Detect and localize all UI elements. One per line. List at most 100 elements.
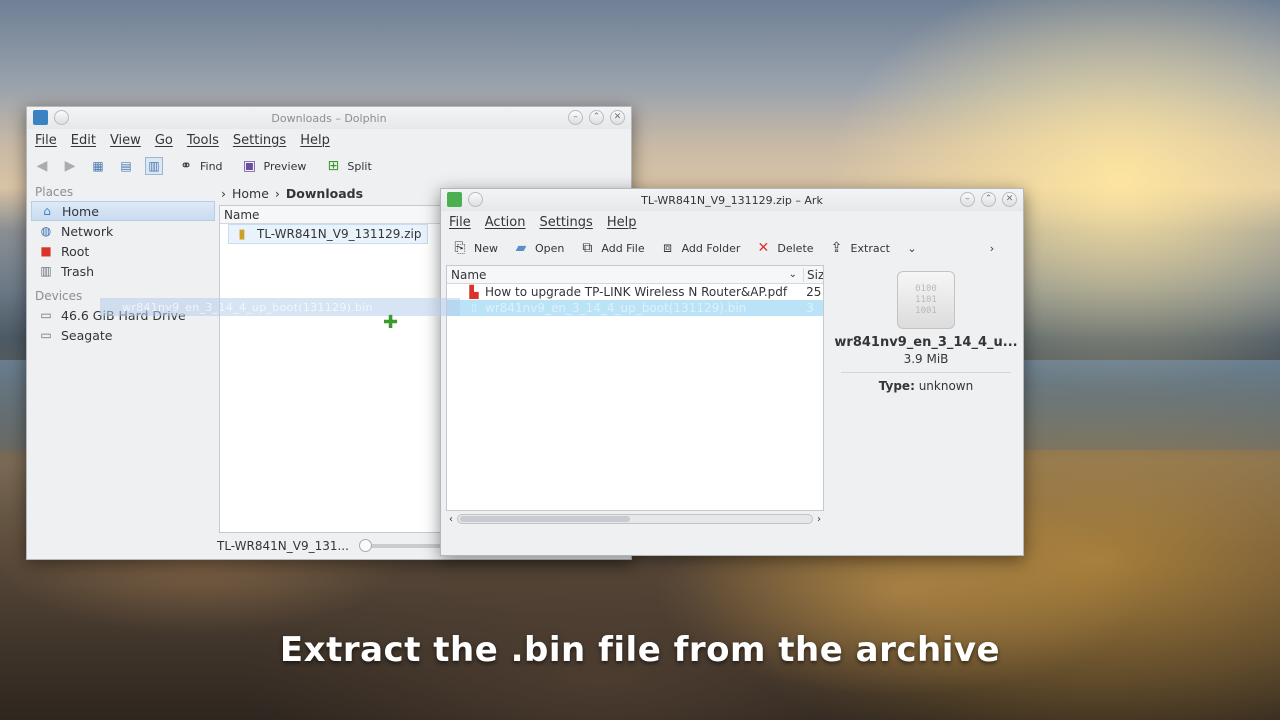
pin-icon[interactable] xyxy=(54,110,69,125)
breadcrumb-downloads[interactable]: Downloads xyxy=(286,186,363,201)
scroll-left-icon[interactable]: ‹ xyxy=(449,514,453,525)
ark-toolbar: ⎘ New ▰ Open ⧉ Add File ⧈ Add Folder ✕ D… xyxy=(441,233,1023,263)
place-home[interactable]: ⌂ Home xyxy=(31,201,215,221)
ark-titlebar[interactable]: TL-WR841N_V9_131129.zip – Ark – ⌃ ✕ xyxy=(441,189,1023,211)
dolphin-statusbar: TL-WR841N_V9_131... xyxy=(217,537,441,555)
menu-help[interactable]: Help xyxy=(300,133,330,148)
root-icon: ■ xyxy=(40,244,52,258)
preview-button[interactable]: ▣ Preview xyxy=(237,154,311,178)
menu-file[interactable]: File xyxy=(35,133,57,148)
extract-icon: ⇪ xyxy=(830,240,843,256)
zip-archive-icon: ▮ xyxy=(238,226,246,242)
zoom-slider[interactable] xyxy=(358,539,441,552)
toolbar-overflow-icon[interactable]: › xyxy=(983,239,1001,257)
delete-button[interactable]: ✕ Delete xyxy=(750,236,817,260)
places-header: Places xyxy=(35,185,74,199)
file-row-zip[interactable]: ▮ TL-WR841N_V9_131129.zip xyxy=(228,224,428,244)
menu-view[interactable]: View xyxy=(110,133,141,148)
drag-ghost-item: wr841nv9_en_3_14_4_up_boot(131129).bin xyxy=(100,298,460,316)
scrollbar-track[interactable] xyxy=(457,514,813,524)
find-button[interactable]: ⚭ Find xyxy=(173,154,227,178)
dolphin-app-icon[interactable] xyxy=(33,110,48,125)
menu-go[interactable]: Go xyxy=(155,133,173,148)
split-icon: ⊞ xyxy=(327,158,340,174)
file-info-panel: 0100 1101 1001 wr841nv9_en_3_14_4_u... 3… xyxy=(831,265,1021,525)
window-title: TL-WR841N_V9_131129.zip – Ark xyxy=(641,193,823,207)
ark-window[interactable]: TL-WR841N_V9_131129.zip – Ark – ⌃ ✕ File… xyxy=(440,188,1024,556)
info-file-type: Type: unknown xyxy=(878,379,974,393)
menu-help[interactable]: Help xyxy=(607,215,637,230)
info-file-name: wr841nv9_en_3_14_4_u... xyxy=(834,335,1018,350)
compact-view-icon[interactable]: ▤ xyxy=(117,157,135,175)
usb-drive-icon: ▭ xyxy=(40,328,52,342)
extract-button[interactable]: ⇪ Extract ⌄ xyxy=(824,236,925,260)
trash-icon: ▥ xyxy=(40,264,52,278)
status-text: TL-WR841N_V9_131... xyxy=(217,539,349,553)
menu-edit[interactable]: Edit xyxy=(71,133,96,148)
archive-row-pdf[interactable]: ▙ How to upgrade TP-LINK Wireless N Rout… xyxy=(447,284,823,300)
drag-copy-cursor-icon: ✚ xyxy=(383,312,399,333)
places-panel: Places ⌂ Home ◍ Network ■ Root ▥ Trash D… xyxy=(31,183,215,543)
menu-action[interactable]: Action xyxy=(485,215,526,230)
scroll-right-icon[interactable]: › xyxy=(817,514,821,525)
info-file-size: 3.9 MiB xyxy=(903,352,949,366)
dolphin-menubar: File Edit View Go Tools Settings Help xyxy=(27,129,631,151)
back-arrow-icon[interactable]: ◀ xyxy=(33,157,51,175)
window-title: Downloads – Dolphin xyxy=(271,111,387,125)
column-header-size[interactable]: Siz xyxy=(803,267,823,282)
new-button[interactable]: ⎘ New xyxy=(447,236,502,260)
minimize-button[interactable]: – xyxy=(960,192,975,207)
dolphin-toolbar: ◀ ▶ ▦ ▤ ▥ ⚭ Find ▣ Preview ⊞ Split xyxy=(27,151,631,181)
horizontal-scrollbar[interactable]: ‹ › xyxy=(446,511,824,527)
preview-icon: ▣ xyxy=(242,158,257,174)
menu-file[interactable]: File xyxy=(449,215,471,230)
forward-arrow-icon[interactable]: ▶ xyxy=(61,157,79,175)
split-button[interactable]: ⊞ Split xyxy=(320,154,375,178)
scrollbar-thumb[interactable] xyxy=(460,516,630,522)
ark-app-icon[interactable] xyxy=(447,192,462,207)
add-folder-icon: ⧈ xyxy=(663,240,673,256)
pin-icon[interactable] xyxy=(468,192,483,207)
maximize-button[interactable]: ⌃ xyxy=(589,110,604,125)
details-view-icon[interactable]: ▥ xyxy=(145,157,163,175)
archive-row-bin[interactable]: ▯ wr841nv9_en_3_14_4_up_boot(131129).bin… xyxy=(447,300,823,316)
maximize-button[interactable]: ⌃ xyxy=(981,192,996,207)
close-button[interactable]: ✕ xyxy=(610,110,625,125)
delete-icon: ✕ xyxy=(757,240,770,256)
binoculars-icon: ⚭ xyxy=(180,158,192,174)
folder-open-icon: ▰ xyxy=(515,240,527,256)
sort-chevron-icon[interactable]: ⌄ xyxy=(789,269,797,280)
menu-settings[interactable]: Settings xyxy=(233,133,286,148)
breadcrumb-chevron-icon: › xyxy=(221,185,226,201)
place-root[interactable]: ■ Root xyxy=(31,241,215,261)
network-icon: ◍ xyxy=(40,224,52,238)
menu-settings[interactable]: Settings xyxy=(539,215,592,230)
binary-file-icon: 0100 1101 1001 xyxy=(897,271,955,329)
breadcrumb-chevron-icon: › xyxy=(274,185,280,201)
archive-file-list[interactable]: Name ⌄ Siz ▙ How to upgrade TP-LINK Wire… xyxy=(446,265,824,511)
column-header: Name ⌄ Siz xyxy=(447,266,823,284)
hard-drive-icon: ▭ xyxy=(40,308,52,322)
zoom-slider-handle[interactable] xyxy=(358,539,372,552)
menu-tools[interactable]: Tools xyxy=(187,133,219,148)
icons-view-icon[interactable]: ▦ xyxy=(89,157,107,175)
minimize-button[interactable]: – xyxy=(568,110,583,125)
info-divider xyxy=(841,372,1011,373)
column-header-name[interactable]: Name xyxy=(451,268,486,282)
device-seagate[interactable]: ▭ Seagate xyxy=(31,325,215,345)
add-file-icon: ⧉ xyxy=(582,240,593,256)
dolphin-titlebar[interactable]: Downloads – Dolphin – ⌃ ✕ xyxy=(27,107,631,129)
place-network[interactable]: ◍ Network xyxy=(31,221,215,241)
chevron-down-icon[interactable]: ⌄ xyxy=(903,239,921,257)
ark-menubar: File Action Settings Help xyxy=(441,211,1023,233)
breadcrumb-home[interactable]: Home xyxy=(232,186,269,201)
place-trash[interactable]: ▥ Trash xyxy=(31,261,215,281)
add-file-button[interactable]: ⧉ Add File xyxy=(574,236,648,260)
home-icon: ⌂ xyxy=(43,204,51,218)
new-archive-icon: ⎘ xyxy=(454,240,466,256)
binary-file-icon: ▯ xyxy=(471,302,477,314)
video-caption: Extract the .bin file from the archive xyxy=(279,630,1001,670)
open-button[interactable]: ▰ Open xyxy=(508,236,568,260)
add-folder-button[interactable]: ⧈ Add Folder xyxy=(655,236,745,260)
close-button[interactable]: ✕ xyxy=(1002,192,1017,207)
